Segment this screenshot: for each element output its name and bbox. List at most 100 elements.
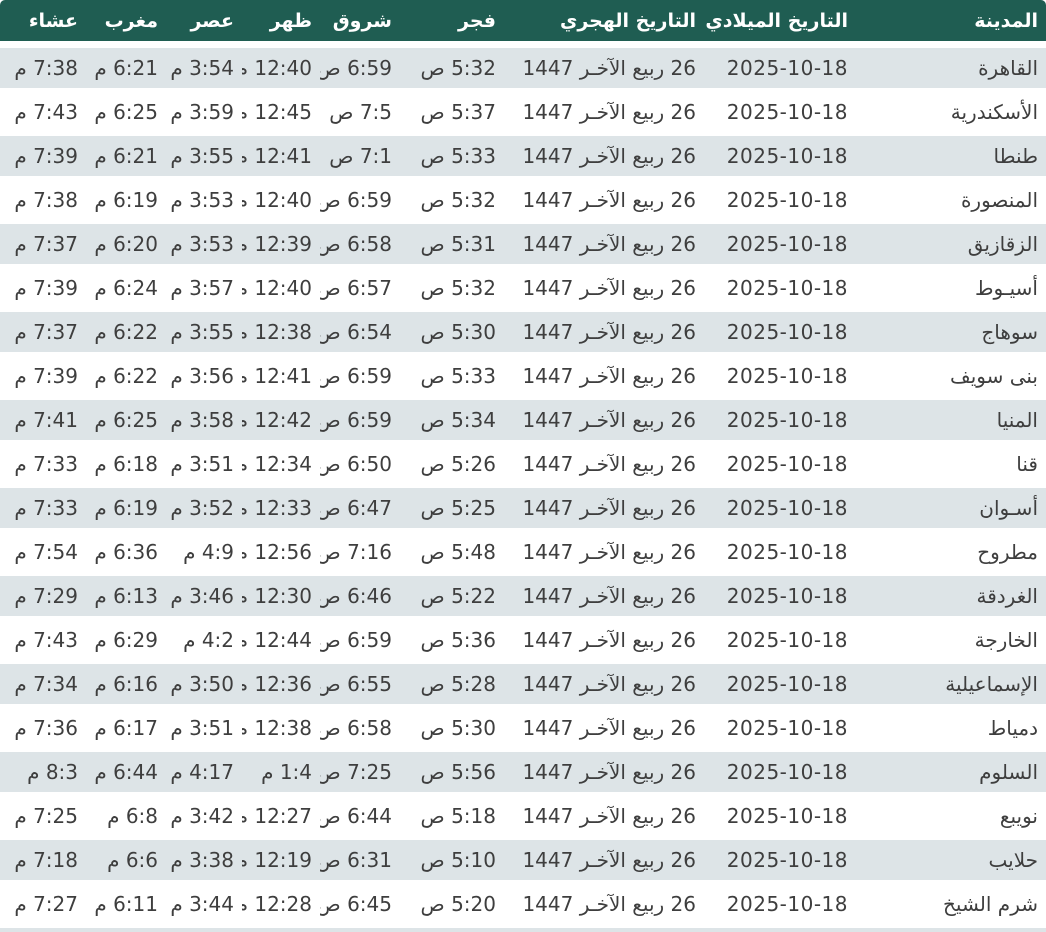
cell-maghrib: 6:6 م: [86, 838, 166, 882]
cell-hijri: 26 ربيع الآخـر 1447: [504, 398, 704, 442]
cell-city: أسـوان: [856, 486, 1046, 530]
cell-maghrib: 6:25 م: [86, 90, 166, 134]
table-row: بنى سويف 2025-10-18 26 ربيع الآخـر 1447 5:3…: [0, 354, 1046, 398]
cell-isha: 7:18 م: [0, 838, 86, 882]
cell-sunrise: 6:55 ص: [320, 662, 400, 706]
cell-hijri: 26 ربيع الآخـر 1447: [504, 530, 704, 574]
cell-asr: 3:51 م: [166, 706, 242, 750]
cell-gregorian: 2025-10-18: [704, 310, 856, 354]
table-row: الخارجة 2025-10-18 26 ربيع الآخـر 1447 5:36…: [0, 618, 1046, 662]
cell-maghrib: 6:21 م: [86, 134, 166, 178]
cell-fajr: 5:56 ص: [400, 750, 504, 794]
cell-dhuhr: 12:19 م: [242, 838, 320, 882]
cell-gregorian: 2025-10-18: [704, 90, 856, 134]
cell-isha: 8:3 م: [0, 750, 86, 794]
cell-empty: [86, 926, 166, 932]
cell-maghrib: 6:8 م: [86, 794, 166, 838]
table-row: قنا 2025-10-18 26 ربيع الآخـر 1447 5:26 ص 6:…: [0, 442, 1046, 486]
cell-hijri: 26 ربيع الآخـر 1447: [504, 266, 704, 310]
cell-hijri: 26 ربيع الآخـر 1447: [504, 178, 704, 222]
cell-asr: 3:55 م: [166, 134, 242, 178]
table-header: المدينة التاريخ الميلادي التاريخ الهجري …: [0, 0, 1046, 46]
cell-asr: 3:59 م: [166, 90, 242, 134]
cell-maghrib: 6:18 م: [86, 442, 166, 486]
cell-fajr: 5:30 ص: [400, 310, 504, 354]
table-row-partial: [0, 926, 1046, 932]
cell-asr: 3:46 م: [166, 574, 242, 618]
cell-fajr: 5:20 ص: [400, 882, 504, 926]
cell-city: الغردقة: [856, 574, 1046, 618]
cell-fajr: 5:18 ص: [400, 794, 504, 838]
cell-asr: 3:53 م: [166, 178, 242, 222]
cell-isha: 7:39 م: [0, 266, 86, 310]
cell-city: طنطا: [856, 134, 1046, 178]
cell-gregorian: 2025-10-18: [704, 46, 856, 90]
cell-gregorian: 2025-10-18: [704, 398, 856, 442]
cell-asr: 4:17 م: [166, 750, 242, 794]
cell-dhuhr: 12:38 م: [242, 706, 320, 750]
cell-isha: 7:43 م: [0, 618, 86, 662]
column-header-hijri: التاريخ الهجري: [504, 0, 704, 46]
cell-hijri: 26 ربيع الآخـر 1447: [504, 794, 704, 838]
cell-fajr: 5:30 ص: [400, 706, 504, 750]
cell-fajr: 5:36 ص: [400, 618, 504, 662]
column-header-gregorian: التاريخ الميلادي: [704, 0, 856, 46]
cell-sunrise: 7:5 ص: [320, 90, 400, 134]
cell-maghrib: 6:44 م: [86, 750, 166, 794]
cell-isha: 7:33 م: [0, 442, 86, 486]
cell-empty: [320, 926, 400, 932]
cell-dhuhr: 12:44 م: [242, 618, 320, 662]
cell-isha: 7:33 م: [0, 486, 86, 530]
cell-dhuhr: 12:40 م: [242, 46, 320, 90]
table-row: شرم الشيخ 2025-10-18 26 ربيع الآخـر 1447 5:…: [0, 882, 1046, 926]
cell-maghrib: 6:19 م: [86, 486, 166, 530]
cell-fajr: 5:48 ص: [400, 530, 504, 574]
cell-dhuhr: 12:40 م: [242, 266, 320, 310]
cell-empty: [400, 926, 504, 932]
cell-dhuhr: 12:45 م: [242, 90, 320, 134]
cell-fajr: 5:32 ص: [400, 178, 504, 222]
cell-empty: [242, 926, 320, 932]
cell-maghrib: 6:16 م: [86, 662, 166, 706]
cell-city: مطروح: [856, 530, 1046, 574]
cell-asr: 3:54 م: [166, 46, 242, 90]
cell-dhuhr: 12:41 م: [242, 354, 320, 398]
table-row: الزقازيق 2025-10-18 26 ربيع الآخـر 1447 5:3…: [0, 222, 1046, 266]
table-row: أسيـوط 2025-10-18 26 ربيع الآخـر 1447 5:32 …: [0, 266, 1046, 310]
cell-gregorian: 2025-10-18: [704, 794, 856, 838]
header-row: المدينة التاريخ الميلادي التاريخ الهجري …: [0, 0, 1046, 46]
table-body: القاهرة 2025-10-18 26 ربيع الآخـر 1447 5:32…: [0, 46, 1046, 932]
cell-fajr: 5:33 ص: [400, 354, 504, 398]
table-row: المنصورة 2025-10-18 26 ربيع الآخـر 1447 5:3…: [0, 178, 1046, 222]
cell-fajr: 5:34 ص: [400, 398, 504, 442]
cell-hijri: 26 ربيع الآخـر 1447: [504, 442, 704, 486]
cell-dhuhr: 12:42 م: [242, 398, 320, 442]
prayer-times-page: المدينة التاريخ الميلادي التاريخ الهجري …: [0, 0, 1046, 932]
cell-gregorian: 2025-10-18: [704, 618, 856, 662]
cell-sunrise: 6:54 ص: [320, 310, 400, 354]
cell-isha: 7:36 م: [0, 706, 86, 750]
cell-sunrise: 7:16 ص: [320, 530, 400, 574]
cell-dhuhr: 12:27 م: [242, 794, 320, 838]
cell-fajr: 5:22 ص: [400, 574, 504, 618]
cell-gregorian: 2025-10-18: [704, 442, 856, 486]
cell-gregorian: 2025-10-18: [704, 178, 856, 222]
cell-hijri: 26 ربيع الآخـر 1447: [504, 46, 704, 90]
column-header-maghrib: مغرب: [86, 0, 166, 46]
cell-gregorian: 2025-10-18: [704, 882, 856, 926]
cell-dhuhr: 12:28 م: [242, 882, 320, 926]
cell-gregorian: 2025-10-18: [704, 662, 856, 706]
cell-city: شرم الشيخ: [856, 882, 1046, 926]
cell-fajr: 5:32 ص: [400, 266, 504, 310]
cell-maghrib: 6:13 م: [86, 574, 166, 618]
cell-asr: 4:9 م: [166, 530, 242, 574]
table-row: المنيا 2025-10-18 26 ربيع الآخـر 1447 5:34 …: [0, 398, 1046, 442]
cell-sunrise: 6:59 ص: [320, 398, 400, 442]
cell-asr: 4:2 م: [166, 618, 242, 662]
cell-hijri: 26 ربيع الآخـر 1447: [504, 90, 704, 134]
cell-sunrise: 6:57 ص: [320, 266, 400, 310]
cell-hijri: 26 ربيع الآخـر 1447: [504, 618, 704, 662]
cell-isha: 7:27 م: [0, 882, 86, 926]
cell-city: دمياط: [856, 706, 1046, 750]
table-row: نويبع 2025-10-18 26 ربيع الآخـر 1447 5:18 ص…: [0, 794, 1046, 838]
